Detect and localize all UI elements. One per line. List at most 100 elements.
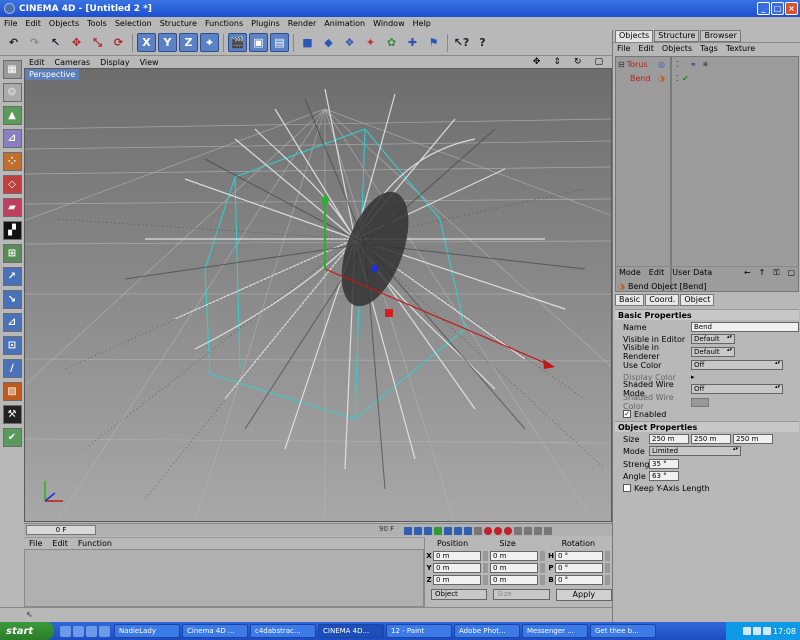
- task-messenger[interactable]: Messenger ...: [522, 624, 588, 638]
- z-axis-icon[interactable]: Z: [179, 33, 198, 52]
- rotation-p-spinner[interactable]: [605, 563, 610, 573]
- attr-menu-user-data[interactable]: User Data: [668, 268, 716, 277]
- tab-object[interactable]: Object: [680, 294, 715, 306]
- workplane-icon[interactable]: ⊡: [2, 336, 22, 355]
- attr-menu-mode[interactable]: Mode: [615, 268, 645, 277]
- rotation-b-spinner[interactable]: [605, 575, 610, 585]
- rotation-track-icon[interactable]: [534, 526, 542, 535]
- use-color-select[interactable]: Off: [691, 360, 783, 370]
- x-axis-icon[interactable]: X: [137, 33, 156, 52]
- render-view-icon[interactable]: 🎬: [228, 33, 247, 52]
- clock[interactable]: 17:08: [773, 627, 796, 636]
- texture-axis-icon[interactable]: ⊞: [2, 244, 22, 263]
- size-z-value[interactable]: 250 m: [733, 434, 773, 444]
- object-list[interactable]: ⊟ Torus ◎ ⁚ ⚭ ✳ Bend ◑ ⁚ ✔: [615, 56, 799, 292]
- visible-in-editor-select[interactable]: Default: [691, 334, 735, 344]
- material-menu-function[interactable]: Function: [73, 539, 117, 548]
- snap-icon[interactable]: ▧: [2, 382, 22, 401]
- expand-arrow-icon[interactable]: ▸: [691, 373, 695, 381]
- position-y-spinner[interactable]: [483, 563, 488, 573]
- tab-basic[interactable]: Basic: [615, 294, 645, 306]
- new-window-icon[interactable]: ▢: [783, 268, 799, 277]
- object-menu-file[interactable]: File: [613, 44, 634, 53]
- task-paint[interactable]: 12 - Paint: [386, 624, 452, 638]
- menu-window[interactable]: Window: [369, 19, 409, 28]
- menu-objects[interactable]: Objects: [45, 19, 83, 28]
- object-name[interactable]: Bend: [616, 74, 651, 83]
- position-y-field[interactable]: 0 m: [433, 563, 481, 573]
- task-cinema4d-active[interactable]: CINEMA 4D...: [318, 624, 384, 638]
- rotation-h-field[interactable]: 0 °: [555, 551, 603, 561]
- prev-key-icon[interactable]: [414, 526, 422, 535]
- position-track-icon[interactable]: [514, 526, 522, 535]
- viewport-menu-view[interactable]: View: [135, 58, 164, 67]
- cinema4d-app-icon[interactable]: [4, 3, 15, 14]
- polygons-mode-icon[interactable]: ▰: [2, 198, 22, 217]
- points-mode-icon[interactable]: ⁘: [2, 152, 22, 171]
- angle-field[interactable]: 63 °: [649, 471, 679, 481]
- size-z-spinner[interactable]: [540, 575, 545, 585]
- tweak-mode-icon[interactable]: ⊿: [2, 313, 22, 332]
- menu-file[interactable]: File: [0, 19, 21, 28]
- redo-icon[interactable]: ↷: [25, 33, 44, 52]
- menu-edit[interactable]: Edit: [21, 19, 45, 28]
- show-desktop-icon[interactable]: [60, 625, 71, 637]
- y-axis-icon[interactable]: Y: [158, 33, 177, 52]
- keep-y-axis-checkbox[interactable]: [623, 484, 631, 492]
- cube-primitive-icon[interactable]: ■: [298, 33, 317, 52]
- tray-icon-1[interactable]: [742, 627, 751, 635]
- rotate-view-icon[interactable]: ↻: [569, 57, 587, 67]
- media-player-icon[interactable]: [86, 625, 97, 637]
- menu-selection[interactable]: Selection: [111, 19, 156, 28]
- up-arrow-icon[interactable]: ↑: [755, 268, 770, 277]
- current-frame-field[interactable]: 0 F: [26, 525, 96, 535]
- record-icon[interactable]: [484, 526, 492, 535]
- collapse-icon[interactable]: ⊟: [616, 60, 625, 69]
- tab-coord[interactable]: Coord.: [645, 294, 680, 306]
- position-z-spinner[interactable]: [483, 575, 488, 585]
- task-nadielady[interactable]: NadieLady: [114, 624, 180, 638]
- close-button[interactable]: ×: [785, 2, 798, 15]
- browser-icon[interactable]: [73, 625, 84, 637]
- menu-plugins[interactable]: Plugins: [247, 19, 284, 28]
- size-y-field[interactable]: 0 m: [490, 563, 538, 573]
- menu-functions[interactable]: Functions: [201, 19, 247, 28]
- use-camera-mode-icon[interactable]: ▦: [2, 60, 22, 79]
- minimize-button[interactable]: _: [757, 2, 770, 15]
- visibility-dots-icon[interactable]: ⁚: [676, 74, 679, 83]
- next-frame-icon[interactable]: [444, 526, 452, 535]
- model-mode-icon[interactable]: ❂: [2, 83, 22, 102]
- menu-structure[interactable]: Structure: [156, 19, 201, 28]
- viewport-menu-cameras[interactable]: Cameras: [50, 58, 96, 67]
- material-menu-file[interactable]: File: [24, 539, 47, 548]
- position-x-spinner[interactable]: [483, 551, 488, 561]
- visibility-dots-icon[interactable]: ⁚: [676, 60, 679, 69]
- array-icon[interactable]: ❖: [340, 33, 359, 52]
- move-icon[interactable]: ✥: [67, 33, 86, 52]
- phong-tag-icon[interactable]: ⚭: [690, 60, 697, 69]
- size-y-value[interactable]: 250 m: [691, 434, 731, 444]
- object-menu-tags[interactable]: Tags: [696, 44, 722, 53]
- position-x-field[interactable]: 0 m: [433, 551, 481, 561]
- object-menu-edit[interactable]: Edit: [634, 44, 658, 53]
- render-manager-icon[interactable]: ▤: [270, 33, 289, 52]
- undo-icon[interactable]: ↶: [4, 33, 23, 52]
- menu-tools[interactable]: Tools: [83, 19, 111, 28]
- task-c4dabstract[interactable]: c4dabstrac...: [250, 624, 316, 638]
- check-tool-icon[interactable]: ✔: [2, 428, 22, 447]
- question-icon[interactable]: ?: [473, 33, 492, 52]
- deformer-icon[interactable]: ✦: [361, 33, 380, 52]
- scale-track-icon[interactable]: [524, 526, 532, 535]
- object-menu-texture[interactable]: Texture: [722, 44, 759, 53]
- rotation-p-field[interactable]: 0 °: [555, 563, 603, 573]
- help-pointer-icon[interactable]: ↖?: [452, 33, 471, 52]
- maximize-view-icon[interactable]: ▢: [589, 57, 608, 67]
- maximize-button[interactable]: □: [771, 2, 784, 15]
- keyframe-selection-icon[interactable]: [504, 526, 512, 535]
- menu-render[interactable]: Render: [284, 19, 320, 28]
- start-button[interactable]: start: [0, 622, 54, 640]
- task-get-thee[interactable]: Get thee b...: [590, 624, 656, 638]
- object-row-bend[interactable]: Bend ◑ ⁚ ✔: [616, 71, 798, 85]
- object-name[interactable]: Torus: [625, 60, 648, 69]
- apply-button[interactable]: Apply: [555, 589, 612, 601]
